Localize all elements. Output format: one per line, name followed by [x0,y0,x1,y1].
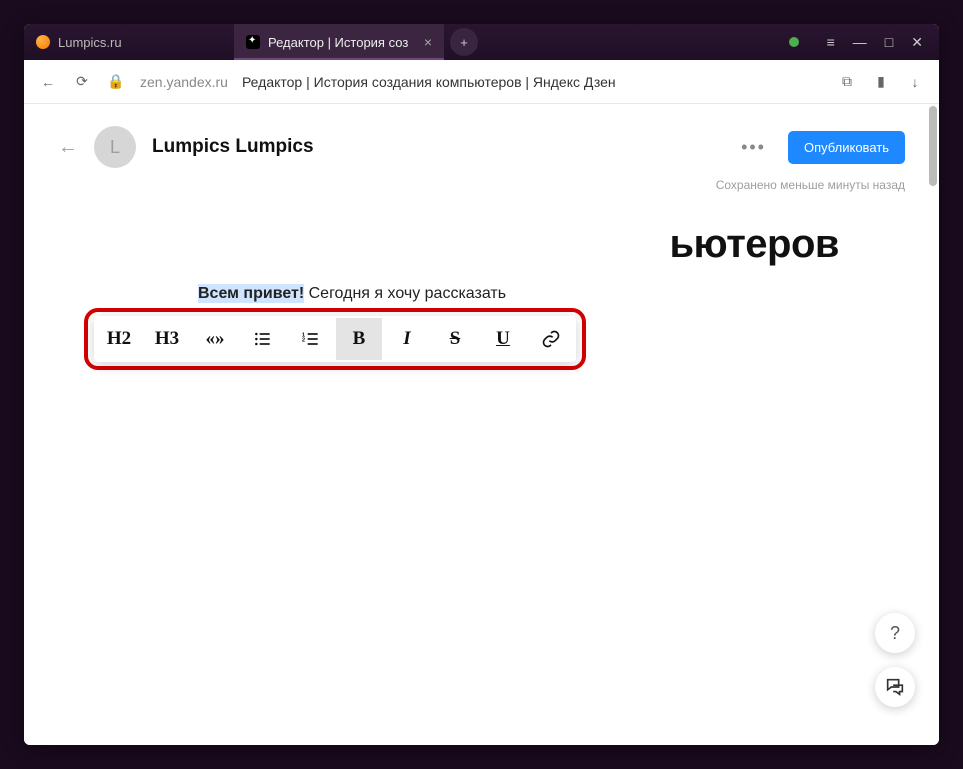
scrollbar[interactable] [929,106,937,186]
chat-icon [884,676,906,698]
tab-close-icon[interactable]: × [424,34,432,50]
browser-window: Lumpics.ru Редактор | История соз × + ≡ … [24,24,939,745]
url-domain[interactable]: zen.yandex.ru [140,74,228,90]
link-button[interactable] [528,318,574,360]
editor-header: ← L Lumpics Lumpics ••• Опубликовать [24,104,939,174]
address-bar: ← ⟳ 🔒 zen.yandex.ru Редактор | История с… [24,60,939,104]
tab-label: Редактор | История соз [268,35,408,50]
paragraph-rest: Сегодня я хочу рассказать [304,285,506,302]
bookmark-icon[interactable]: ▮ [871,73,891,90]
window-controls: ≡ — □ ✕ [811,34,939,51]
tab-label: Lumpics.ru [58,35,122,50]
bullet-list-icon [253,329,273,349]
minimize-icon[interactable]: — [853,34,867,50]
menu-icon[interactable]: ≡ [827,34,835,50]
article-paragraph[interactable]: Всем привет! Сегодня я хочу рассказать [84,285,879,303]
favicon-lumpics [36,35,50,49]
lock-icon[interactable]: 🔒 [106,73,126,90]
tab-editor[interactable]: Редактор | История соз × [234,24,444,60]
save-status: Сохранено меньше минуты назад [24,174,939,192]
article-title[interactable]: ьютеров [84,222,879,267]
heading3-button[interactable]: H3 [144,318,190,360]
italic-button[interactable]: I [384,318,430,360]
publish-button[interactable]: Опубликовать [788,131,905,164]
author-name: Lumpics Lumpics [152,136,314,158]
page-content: ← L Lumpics Lumpics ••• Опубликовать Сох… [24,104,939,745]
tab-lumpics[interactable]: Lumpics.ru [24,24,234,60]
strikethrough-button[interactable]: S [432,318,478,360]
formatting-toolbar: H2 H3 «» 12 B I S U [94,316,576,362]
editor-back-icon[interactable]: ← [58,136,78,159]
numbered-list-button[interactable]: 12 [288,318,334,360]
svg-text:2: 2 [302,338,306,344]
bold-button[interactable]: B [336,318,382,360]
underline-button[interactable]: U [480,318,526,360]
close-icon[interactable]: ✕ [911,34,923,51]
nav-back-icon[interactable]: ← [38,74,58,90]
selected-bold-text: Всем привет! [198,284,304,303]
numbered-list-icon: 12 [301,329,321,349]
more-options-icon[interactable]: ••• [735,137,772,158]
url-title: Редактор | История создания компьютеров … [242,74,616,90]
avatar[interactable]: L [94,126,136,168]
bullet-list-button[interactable] [240,318,286,360]
titlebar: Lumpics.ru Редактор | История соз × + ≡ … [24,24,939,60]
toolbar-highlight: H2 H3 «» 12 B I S U [84,308,586,370]
maximize-icon[interactable]: □ [885,34,893,50]
copy-icon[interactable]: ⧉ [837,73,857,90]
download-icon[interactable]: ↓ [905,74,925,90]
favicon-zen [246,35,260,49]
extension-indicator-icon[interactable] [789,37,799,47]
new-tab-button[interactable]: + [450,28,478,56]
blockquote-button[interactable]: «» [192,318,238,360]
reload-icon[interactable]: ⟳ [72,73,92,90]
link-icon [541,329,561,349]
heading2-button[interactable]: H2 [96,318,142,360]
help-button[interactable]: ? [875,613,915,653]
feedback-button[interactable] [875,667,915,707]
